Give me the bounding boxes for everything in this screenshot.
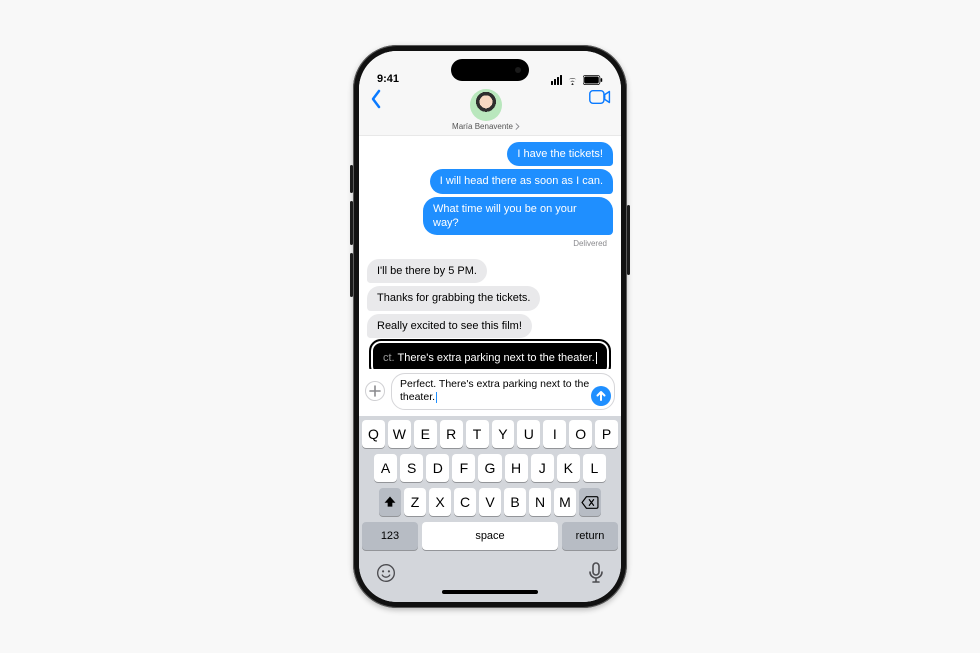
keyboard-row-3: Z X C V B N M: [362, 488, 618, 516]
message-input-text: Perfect. There's extra parking next to t…: [400, 378, 589, 404]
key-b[interactable]: B: [504, 488, 526, 516]
shift-key[interactable]: [379, 488, 401, 516]
key-q[interactable]: Q: [362, 420, 385, 448]
numbers-key[interactable]: 123: [362, 522, 418, 550]
key-m[interactable]: M: [554, 488, 576, 516]
key-k[interactable]: K: [557, 454, 580, 482]
key-g[interactable]: G: [478, 454, 501, 482]
contact-name: María Benavente: [452, 122, 513, 131]
key-z[interactable]: Z: [404, 488, 426, 516]
key-d[interactable]: D: [426, 454, 449, 482]
message-input[interactable]: Perfect. There's extra parking next to t…: [391, 373, 615, 410]
suggestion-prefix: ct.: [383, 352, 397, 364]
key-x[interactable]: X: [429, 488, 451, 516]
key-o[interactable]: O: [569, 420, 592, 448]
dictation-button[interactable]: [588, 562, 604, 584]
keyboard: Q W E R T Y U I O P A S D F G H J K L: [359, 416, 621, 602]
microphone-icon: [588, 562, 604, 584]
key-v[interactable]: V: [479, 488, 501, 516]
cellular-signal-icon: [551, 75, 562, 85]
key-c[interactable]: C: [454, 488, 476, 516]
screen: 9:41 María Benavente: [359, 51, 621, 602]
text-caret: [436, 392, 437, 403]
space-key[interactable]: space: [422, 522, 558, 550]
return-key[interactable]: return: [562, 522, 618, 550]
volume-up-button: [350, 201, 353, 245]
iphone-frame: 9:41 María Benavente: [353, 45, 627, 608]
battery-icon: [583, 75, 603, 85]
message-received[interactable]: I'll be there by 5 PM.: [367, 259, 613, 283]
emoji-button[interactable]: [376, 563, 396, 583]
contact-container[interactable]: María Benavente: [452, 89, 520, 131]
key-s[interactable]: S: [400, 454, 423, 482]
message-received[interactable]: Really excited to see this film!: [367, 314, 613, 338]
suggestion-text: There's extra parking next to the theate…: [397, 352, 594, 364]
message-sent[interactable]: What time will you be on your way?: [367, 197, 613, 236]
key-p[interactable]: P: [595, 420, 618, 448]
wifi-icon: [566, 75, 579, 85]
key-w[interactable]: W: [388, 420, 411, 448]
back-button[interactable]: [369, 89, 383, 109]
backspace-key[interactable]: [579, 488, 601, 516]
message-sent[interactable]: I will head there as soon as I can.: [367, 169, 613, 193]
key-u[interactable]: U: [517, 420, 540, 448]
message-received[interactable]: Thanks for grabbing the tickets.: [367, 286, 613, 310]
avatar: [470, 89, 502, 121]
keyboard-row-1: Q W E R T Y U I O P: [362, 420, 618, 448]
key-i[interactable]: I: [543, 420, 566, 448]
key-l[interactable]: L: [583, 454, 606, 482]
key-n[interactable]: N: [529, 488, 551, 516]
keyboard-row-2: A S D F G H J K L: [362, 454, 618, 482]
message-sent[interactable]: I have the tickets!: [367, 142, 613, 166]
shift-icon: [383, 495, 397, 509]
emoji-icon: [376, 563, 396, 583]
key-r[interactable]: R: [440, 420, 463, 448]
key-t[interactable]: T: [466, 420, 489, 448]
status-time: 9:41: [377, 73, 399, 85]
key-h[interactable]: H: [505, 454, 528, 482]
dynamic-island: [451, 59, 529, 81]
compose-bar: Perfect. There's extra parking next to t…: [359, 369, 621, 416]
send-button[interactable]: [591, 386, 611, 406]
delivered-status: Delivered: [367, 239, 613, 248]
side-button: [350, 165, 353, 193]
backspace-icon: [581, 496, 599, 509]
plus-icon: [369, 385, 381, 397]
key-a[interactable]: A: [374, 454, 397, 482]
keyboard-row-4: 123 space return: [362, 522, 618, 550]
power-button: [627, 205, 630, 275]
chevron-right-icon: [515, 123, 520, 130]
key-e[interactable]: E: [414, 420, 437, 448]
conversation-header: María Benavente: [359, 87, 621, 136]
live-speech-suggestion[interactable]: ct. There's extra parking next to the th…: [371, 341, 609, 369]
message-list[interactable]: I have the tickets! I will head there as…: [359, 136, 621, 369]
key-y[interactable]: Y: [492, 420, 515, 448]
home-indicator[interactable]: [362, 588, 618, 602]
key-f[interactable]: F: [452, 454, 475, 482]
apps-plus-button[interactable]: [365, 381, 385, 401]
facetime-video-button[interactable]: [589, 89, 611, 105]
volume-down-button: [350, 253, 353, 297]
keyboard-bottom-bar: [362, 556, 618, 588]
arrow-up-icon: [595, 390, 607, 402]
key-j[interactable]: J: [531, 454, 554, 482]
